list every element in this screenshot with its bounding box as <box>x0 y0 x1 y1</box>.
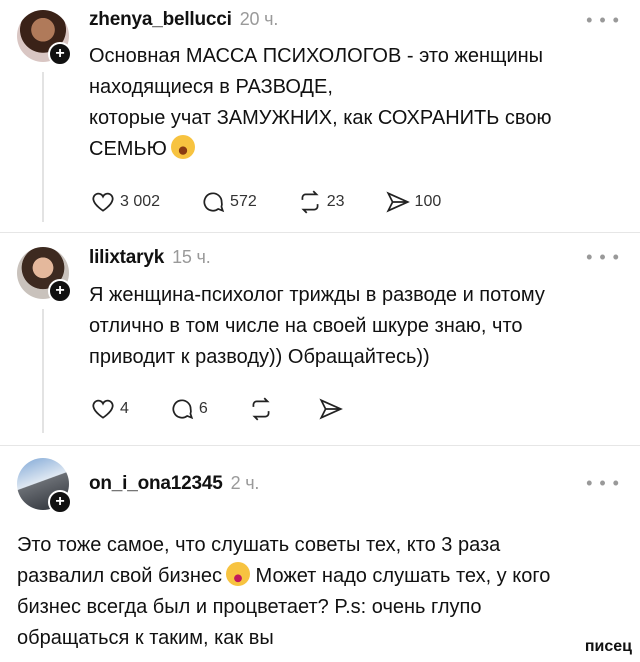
post-time: 2 ч. <box>230 473 260 493</box>
comment-bubble-icon <box>203 192 225 213</box>
username-text[interactable]: zhenya_bellucci <box>89 9 232 30</box>
comment-count: 6 <box>198 400 208 417</box>
watermark: писец <box>584 638 632 655</box>
heart-icon <box>92 399 114 419</box>
like-action[interactable]: 4 <box>90 396 129 422</box>
post-actions: 3 002 572 23 100 <box>90 188 481 216</box>
thread-line <box>42 72 44 222</box>
username-text[interactable]: lilixtaryk <box>89 247 164 268</box>
post-time: 20 ч. <box>239 9 279 29</box>
repost-count: 23 <box>326 193 345 210</box>
post-3: + on_i_ona12345 2 ч. • • • Это тоже самое… <box>0 446 640 662</box>
post-2: + lilixtaryk 15 ч. • • • Я женщина-психол… <box>0 233 640 445</box>
comment-action[interactable]: 572 <box>200 189 257 215</box>
username[interactable]: zhenya_bellucci 20 ч. <box>89 9 278 31</box>
follow-button[interactable]: + <box>48 42 72 66</box>
like-count: 3 002 <box>120 193 161 210</box>
comment-count: 572 <box>230 193 257 210</box>
like-action[interactable]: 3 002 <box>90 189 160 215</box>
share-action[interactable] <box>318 396 348 422</box>
like-count: 4 <box>120 400 129 417</box>
follow-button[interactable]: + <box>48 490 72 514</box>
more-options-button[interactable]: • • • <box>586 473 620 494</box>
comment-bubble-icon <box>172 399 194 420</box>
repost-action[interactable]: 23 <box>297 189 345 215</box>
send-icon <box>319 398 343 420</box>
username-text[interactable]: on_i_ona12345 <box>89 473 223 494</box>
hushed-face-emoji-icon <box>170 135 195 159</box>
follow-button[interactable]: + <box>48 279 72 303</box>
comment-action[interactable]: 6 <box>169 396 208 422</box>
post-actions: 4 6 <box>90 395 388 423</box>
laughing-face-emoji-icon <box>226 562 250 586</box>
repost-action[interactable] <box>248 396 278 422</box>
post-text-content: Основная МАССА ПСИХОЛОГОВ - это женщины … <box>89 45 552 160</box>
more-options-button[interactable]: • • • <box>586 10 620 31</box>
post-text: Основная МАССА ПСИХОЛОГОВ - это женщины … <box>89 41 629 165</box>
post-1: + zhenya_bellucci 20 ч. • • • Основная МА… <box>0 0 640 232</box>
heart-icon <box>92 192 114 212</box>
post-text: Я женщина-психолог трижды в разводе и по… <box>89 284 545 368</box>
repost-icon <box>301 190 319 214</box>
username[interactable]: on_i_ona12345 2 ч. <box>89 473 259 495</box>
more-options-button[interactable]: • • • <box>586 247 620 268</box>
send-icon <box>385 191 410 213</box>
post-time: 15 ч. <box>172 247 211 267</box>
post-text: Это тоже самое, что слушать советы тех, … <box>17 530 617 654</box>
share-count: 100 <box>414 193 442 210</box>
share-action[interactable]: 100 <box>385 189 442 215</box>
repost-icon <box>252 397 270 421</box>
thread-line <box>42 309 44 433</box>
username[interactable]: lilixtaryk 15 ч. <box>89 247 211 269</box>
